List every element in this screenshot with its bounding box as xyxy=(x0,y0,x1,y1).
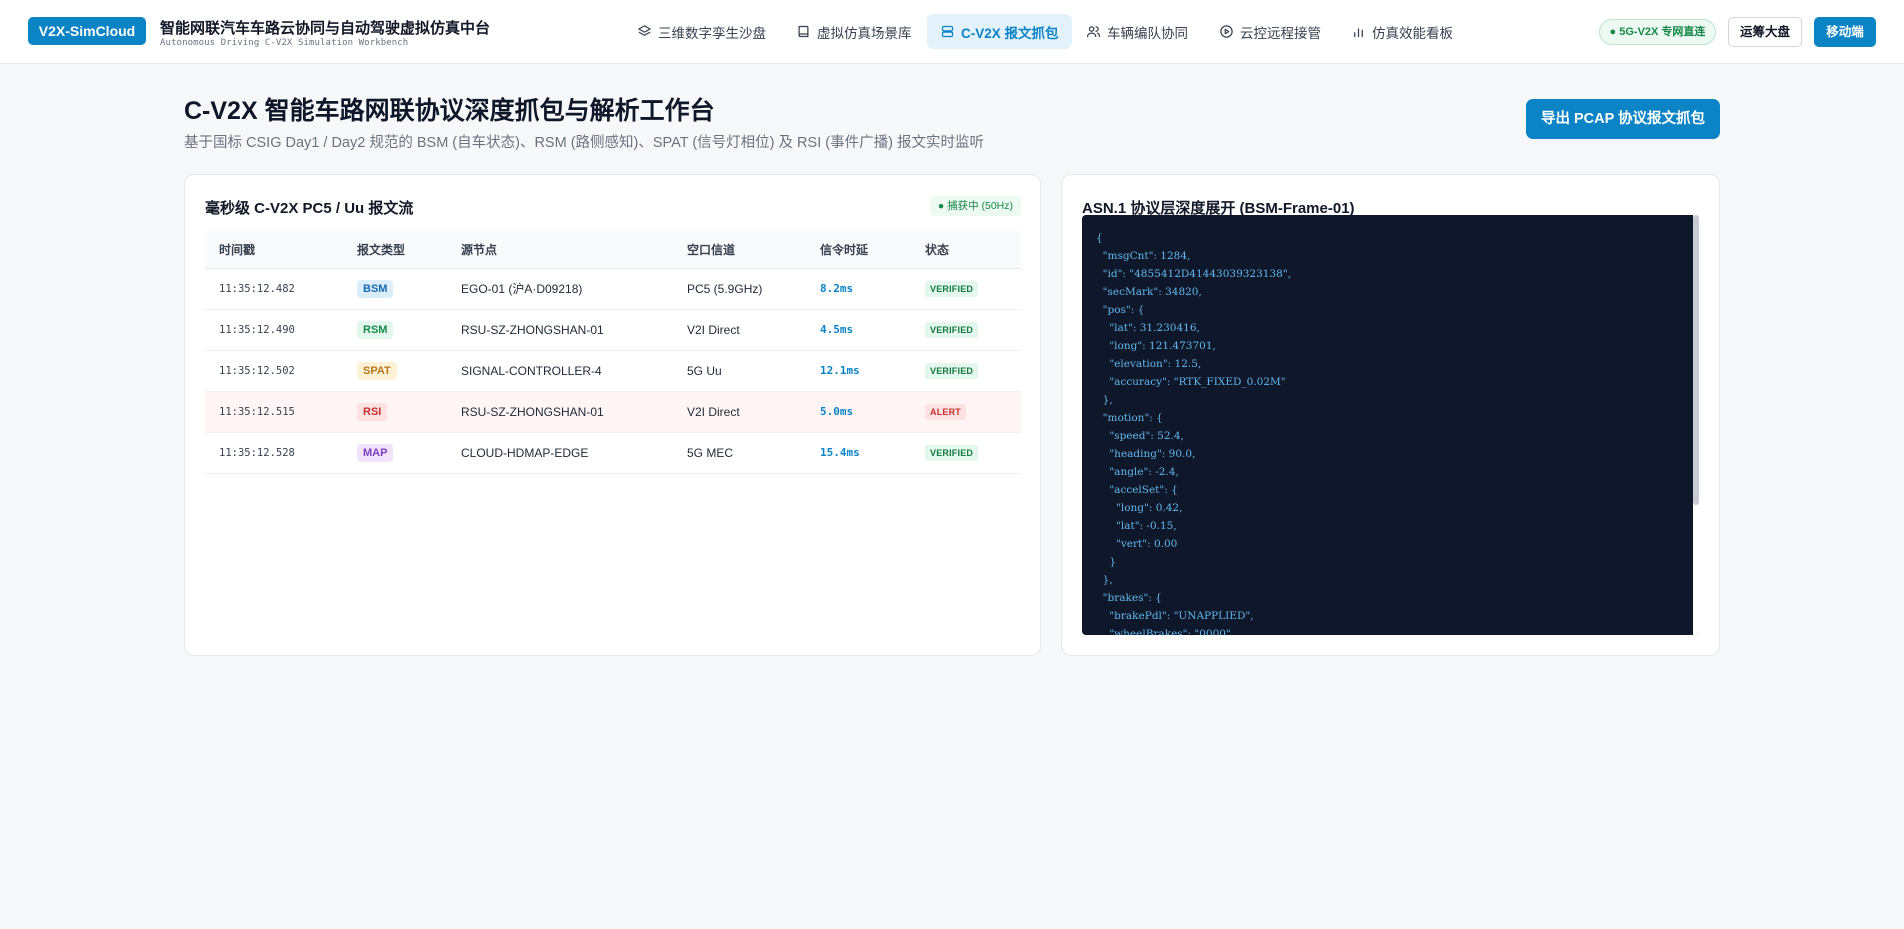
app-subtitle: Autonomous Driving C-V2X Simulation Work… xyxy=(160,38,409,48)
code-scrollbar-track[interactable] xyxy=(1693,215,1699,635)
nav-label: C-V2X 报文抓包 xyxy=(961,25,1059,41)
nav-performance-dashboard[interactable]: 仿真效能看板 xyxy=(1338,14,1466,49)
network-status-badge: ● 5G-V2X 专网直连 xyxy=(1599,19,1716,45)
cell-source: EGO-01 (沪A·D09218) xyxy=(461,282,583,296)
status-tag: VERIFIED xyxy=(925,444,979,461)
table-row[interactable]: 11:35:12.490 RSM RSU-SZ-ZHONGSHAN-01 V2I… xyxy=(205,309,1021,350)
brand-logo-badge[interactable]: V2X-SimCloud xyxy=(28,17,146,45)
status-tag: VERIFIED xyxy=(925,321,979,338)
cell-type: RSI xyxy=(343,391,447,432)
cell-timestamp: 11:35:12.528 xyxy=(219,446,295,459)
packet-table: 时间戳 报文类型 源节点 空口信道 信令时延 状态 11:35:12.482 B… xyxy=(205,231,1021,474)
cell-timestamp: 11:35:12.490 xyxy=(219,323,295,336)
packet-stream-title: 毫秒级 C-V2X PC5 / Uu 报文流 xyxy=(205,200,414,217)
page-description: 基于国标 CSIG Day1 / Day2 规范的 BSM (自车状态)、RSM… xyxy=(184,135,984,151)
column-header-channel[interactable]: 空口信道 xyxy=(673,231,806,268)
cell-status: ALERT xyxy=(911,391,1021,432)
nav-cv2x-packet-capture[interactable]: C-V2X 报文抓包 xyxy=(927,14,1072,49)
mobile-button[interactable]: 移动端 xyxy=(1814,17,1876,47)
users-icon xyxy=(1086,26,1101,38)
cell-type: MAP xyxy=(343,432,447,473)
cell-latency: 15.4ms xyxy=(820,446,860,459)
play-circle-icon xyxy=(1220,25,1233,38)
cell-latency: 5.0ms xyxy=(820,405,854,418)
cell-status: VERIFIED xyxy=(911,268,1021,309)
code-scrollbar-thumb[interactable] xyxy=(1693,215,1699,505)
nav-platoon-coordination[interactable]: 车辆编队协同 xyxy=(1073,14,1201,49)
cell-type: RSM xyxy=(343,309,447,350)
cell-status: VERIFIED xyxy=(911,350,1021,391)
nav-remote-takeover[interactable]: 云控远程接管 xyxy=(1206,14,1334,49)
nav-label: 车辆编队协同 xyxy=(1107,25,1188,41)
layers-icon xyxy=(638,25,651,36)
status-tag: VERIFIED xyxy=(925,280,979,297)
table-header-row: 时间戳 报文类型 源节点 空口信道 信令时延 状态 xyxy=(205,231,1021,268)
message-type-tag: BSM xyxy=(357,279,394,298)
ops-dashboard-button[interactable]: 运筹大盘 xyxy=(1728,17,1802,47)
cell-channel: PC5 (5.9GHz) xyxy=(687,281,763,296)
cell-channel: 5G MEC xyxy=(687,445,734,460)
cell-source: SIGNAL-CONTROLLER-4 xyxy=(461,363,602,378)
cell-channel: 5G Uu xyxy=(687,363,722,378)
cell-latency: 8.2ms xyxy=(820,282,854,295)
status-tag: VERIFIED xyxy=(925,362,979,379)
cell-type: BSM xyxy=(343,268,447,309)
asn-code-text: { "msgCnt": 1284, "id": "4855412D4144303… xyxy=(1096,232,1291,635)
app-title: 智能网联汽车车路云协同与自动驾驶虚拟仿真中台 xyxy=(160,20,491,37)
column-header-status[interactable]: 状态 xyxy=(911,231,1021,268)
message-type-tag: RSI xyxy=(357,402,388,421)
cell-source: RSU-SZ-ZHONGSHAN-01 xyxy=(461,322,604,337)
server-icon xyxy=(941,25,954,38)
column-header-timestamp[interactable]: 时间戳 xyxy=(205,231,343,268)
message-type-tag: SPAT xyxy=(357,361,397,380)
cell-latency: 12.1ms xyxy=(820,364,860,377)
column-header-latency[interactable]: 信令时延 xyxy=(806,231,911,268)
nav-label: 仿真效能看板 xyxy=(1372,25,1453,41)
nav-scenario-library[interactable]: 虚拟仿真场景库 xyxy=(783,14,925,49)
cell-timestamp: 11:35:12.515 xyxy=(219,405,295,418)
cell-status: VERIFIED xyxy=(911,309,1021,350)
status-tag: ALERT xyxy=(925,403,966,420)
table-row[interactable]: 11:35:12.515 RSI RSU-SZ-ZHONGSHAN-01 V2I… xyxy=(205,391,1021,432)
cell-status: VERIFIED xyxy=(911,432,1021,473)
nav-digital-twin-sandbox[interactable]: 三维数字孪生沙盘 xyxy=(624,14,779,49)
asn-code-viewer[interactable]: { "msgCnt": 1284, "id": "4855412D4144303… xyxy=(1082,215,1699,635)
capture-status-badge: ● 捕获中 (50Hz) xyxy=(929,196,1021,216)
message-type-tag: RSM xyxy=(357,320,394,339)
cell-type: SPAT xyxy=(343,350,447,391)
table-row[interactable]: 11:35:12.502 SPAT SIGNAL-CONTROLLER-4 5G… xyxy=(205,350,1021,391)
cell-source: RSU-SZ-ZHONGSHAN-01 xyxy=(461,404,604,419)
book-icon xyxy=(798,25,809,38)
nav-label: 三维数字孪生沙盘 xyxy=(658,25,766,41)
cell-timestamp: 11:35:12.482 xyxy=(219,282,295,295)
table-row[interactable]: 11:35:12.482 BSM EGO-01 (沪A·D09218) PC5 … xyxy=(205,268,1021,309)
export-pcap-button[interactable]: 导出 PCAP 协议报文抓包 xyxy=(1526,99,1720,139)
top-navigation-bar: V2X-SimCloud 智能网联汽车车路云协同与自动驾驶虚拟仿真中台 Auto… xyxy=(0,0,1904,64)
packet-stream-card: 毫秒级 C-V2X PC5 / Uu 报文流 ● 捕获中 (50Hz) 时间戳 … xyxy=(184,174,1041,656)
column-header-type[interactable]: 报文类型 xyxy=(343,231,447,268)
nav-label: 虚拟仿真场景库 xyxy=(817,25,912,41)
cell-channel: V2I Direct xyxy=(687,404,740,419)
message-type-tag: MAP xyxy=(357,443,394,462)
nav-label: 云控远程接管 xyxy=(1240,25,1321,41)
cell-latency: 4.5ms xyxy=(820,323,854,336)
cell-timestamp: 11:35:12.502 xyxy=(219,364,295,377)
cell-channel: V2I Direct xyxy=(687,322,740,337)
asn-decode-card: ASN.1 协议层深度展开 (BSM-Frame-01) { "msgCnt":… xyxy=(1061,174,1720,656)
table-row[interactable]: 11:35:12.528 MAP CLOUD-HDMAP-EDGE 5G MEC… xyxy=(205,432,1021,473)
column-header-source[interactable]: 源节点 xyxy=(447,231,673,268)
page-title: C-V2X 智能车路网联协议深度抓包与解析工作台 xyxy=(184,97,715,125)
cell-source: CLOUD-HDMAP-EDGE xyxy=(461,445,589,460)
bar-chart-icon xyxy=(1354,28,1363,38)
